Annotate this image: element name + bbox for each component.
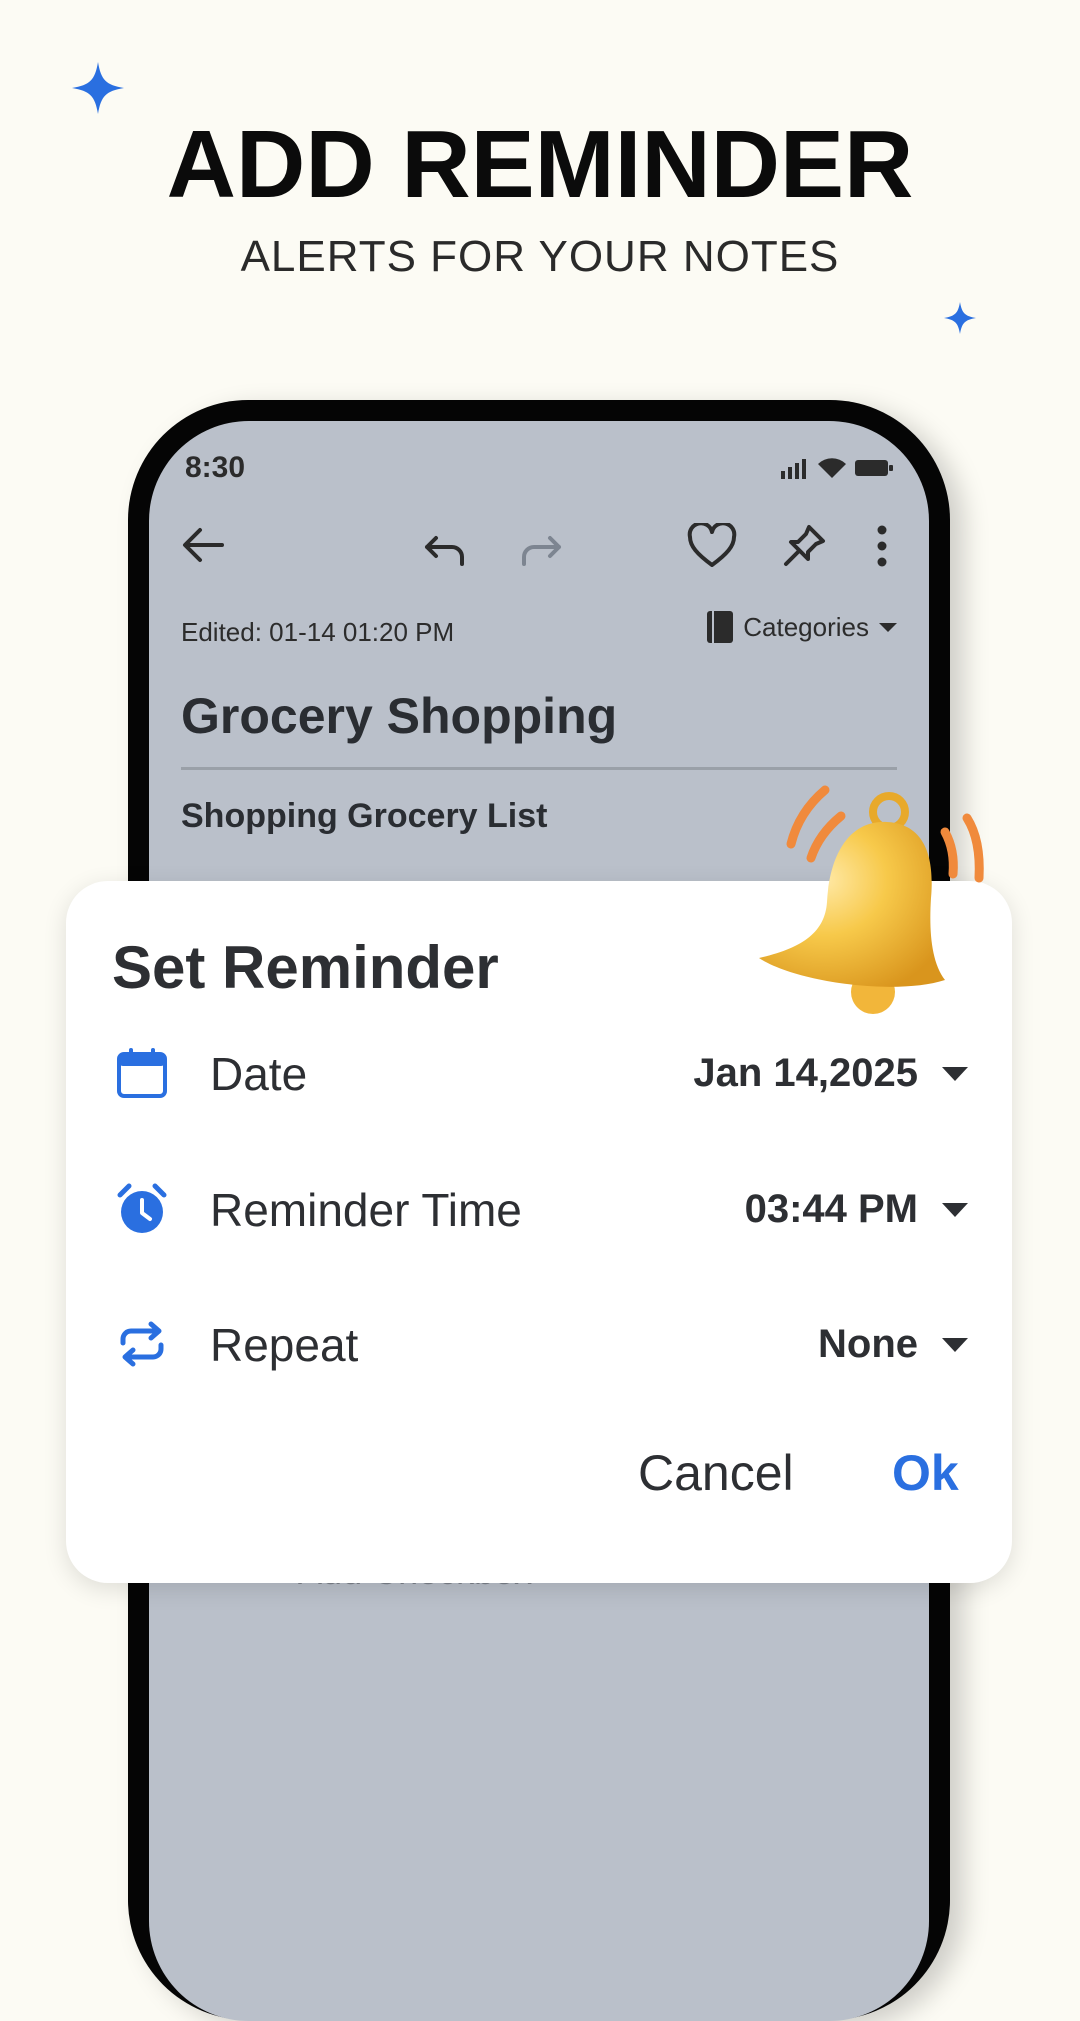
dialog-title: Set Reminder [112, 934, 499, 1001]
date-value[interactable]: Jan 14,2025 [693, 1051, 968, 1096]
bell-icon [759, 785, 984, 1014]
cancel-button[interactable]: Cancel [638, 1444, 794, 1502]
sparkle-icon [944, 302, 976, 334]
alarm-clock-icon [112, 1179, 172, 1239]
wifi-icon [818, 458, 846, 478]
redo-icon[interactable] [513, 521, 569, 577]
categories-label: Categories [743, 611, 869, 642]
categories-dropdown[interactable]: Categories [707, 611, 897, 643]
repeat-label: Repeat [210, 1319, 359, 1371]
date-label: Date [210, 1048, 308, 1100]
repeat-value[interactable]: None [818, 1322, 968, 1367]
notebook-icon [707, 611, 734, 643]
note-subtitle[interactable]: Shopping Grocery List [181, 797, 547, 836]
heart-icon[interactable] [683, 517, 741, 575]
reminder-time-row[interactable]: Reminder Time 03:44 PM [112, 1169, 968, 1249]
chevron-down-icon [942, 1337, 968, 1352]
more-vertical-icon[interactable] [867, 517, 897, 575]
chevron-down-icon [942, 1066, 968, 1081]
status-time: 8:30 [185, 451, 246, 484]
hero-title: ADD REMINDER [166, 111, 914, 218]
chevron-down-icon [879, 622, 897, 632]
battery-icon [855, 460, 893, 476]
chevron-down-icon [942, 1202, 968, 1217]
calendar-icon [112, 1043, 172, 1103]
repeat-value-text: None [818, 1322, 918, 1366]
signal-icon [781, 459, 806, 479]
reminder-time-label: Reminder Time [210, 1184, 522, 1236]
status-icons [781, 457, 893, 479]
pin-icon[interactable] [775, 517, 833, 575]
undo-icon[interactable] [417, 521, 473, 577]
date-value-text: Jan 14,2025 [693, 1051, 918, 1095]
repeat-icon [112, 1314, 172, 1374]
date-row[interactable]: Date Jan 14,2025 [112, 1033, 968, 1113]
back-arrow-icon[interactable] [175, 517, 231, 573]
edited-timestamp: Edited: 01-14 01:20 PM [181, 617, 455, 647]
reminder-time-value-text: 03:44 PM [744, 1187, 918, 1231]
sparkle-icon [72, 62, 124, 114]
repeat-row[interactable]: Repeat None [112, 1304, 968, 1384]
hero-subtitle: ALERTS FOR YOUR NOTES [240, 232, 840, 281]
note-title[interactable]: Grocery Shopping [181, 687, 617, 745]
ok-button[interactable]: Ok [892, 1444, 959, 1502]
reminder-time-value[interactable]: 03:44 PM [745, 1187, 968, 1232]
